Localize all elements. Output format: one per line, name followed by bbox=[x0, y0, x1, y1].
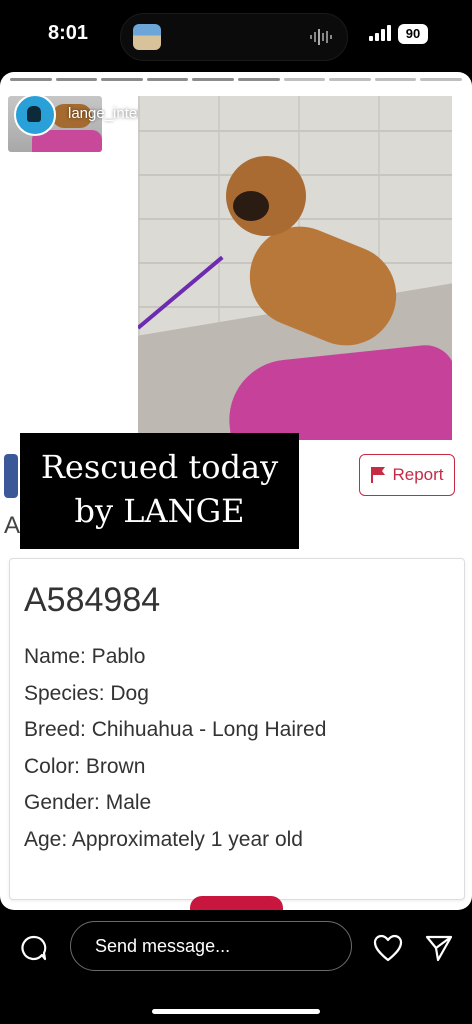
text-sticker: Rescued today by LANGE bbox=[20, 433, 299, 549]
signal-icon bbox=[369, 25, 391, 41]
report-button[interactable]: Report bbox=[359, 454, 455, 496]
record-species: Species: Dog bbox=[24, 681, 149, 705]
animal-id: A584984 bbox=[24, 581, 161, 619]
record-name: Name: Pablo bbox=[24, 645, 146, 668]
sticker-line-1: Rescued today bbox=[40, 448, 279, 486]
dog-photo bbox=[138, 96, 452, 440]
audio-wave-icon bbox=[310, 29, 332, 45]
status-bar: 8:01 90 bbox=[0, 0, 472, 72]
send-message-input[interactable]: Send message... bbox=[70, 921, 352, 971]
story-progress-bars bbox=[10, 78, 462, 81]
partial-action-button bbox=[190, 896, 283, 910]
record-age: Age: Approximately 1 year old bbox=[24, 827, 303, 851]
battery-indicator: 90 bbox=[398, 24, 428, 44]
partial-heading: A bbox=[4, 512, 21, 539]
home-indicator[interactable] bbox=[152, 1009, 320, 1014]
story-card[interactable]: lange_interventionsb29m ••• A Rescued to… bbox=[0, 72, 472, 910]
status-time: 8:01 bbox=[48, 22, 89, 44]
sticker-line-2: by LANGE bbox=[74, 492, 245, 530]
dynamic-island[interactable] bbox=[120, 13, 348, 61]
now-playing-thumbnail bbox=[133, 24, 161, 50]
avatar[interactable] bbox=[14, 94, 56, 136]
facebook-button-edge bbox=[4, 454, 18, 498]
animal-record-card: A584984 Name: Pablo Species: Dog Breed: … bbox=[9, 558, 465, 900]
comment-icon[interactable] bbox=[20, 934, 48, 962]
send-icon[interactable] bbox=[425, 934, 453, 962]
heart-icon[interactable] bbox=[373, 934, 403, 962]
flag-icon bbox=[371, 467, 386, 483]
reply-bar: Send message... bbox=[0, 910, 472, 1024]
report-label: Report bbox=[392, 465, 444, 484]
record-gender: Gender: Male bbox=[24, 791, 152, 814]
record-breed: Breed: Chihuahua - Long Haired bbox=[24, 718, 327, 741]
record-color: Color: Brown bbox=[24, 754, 146, 778]
